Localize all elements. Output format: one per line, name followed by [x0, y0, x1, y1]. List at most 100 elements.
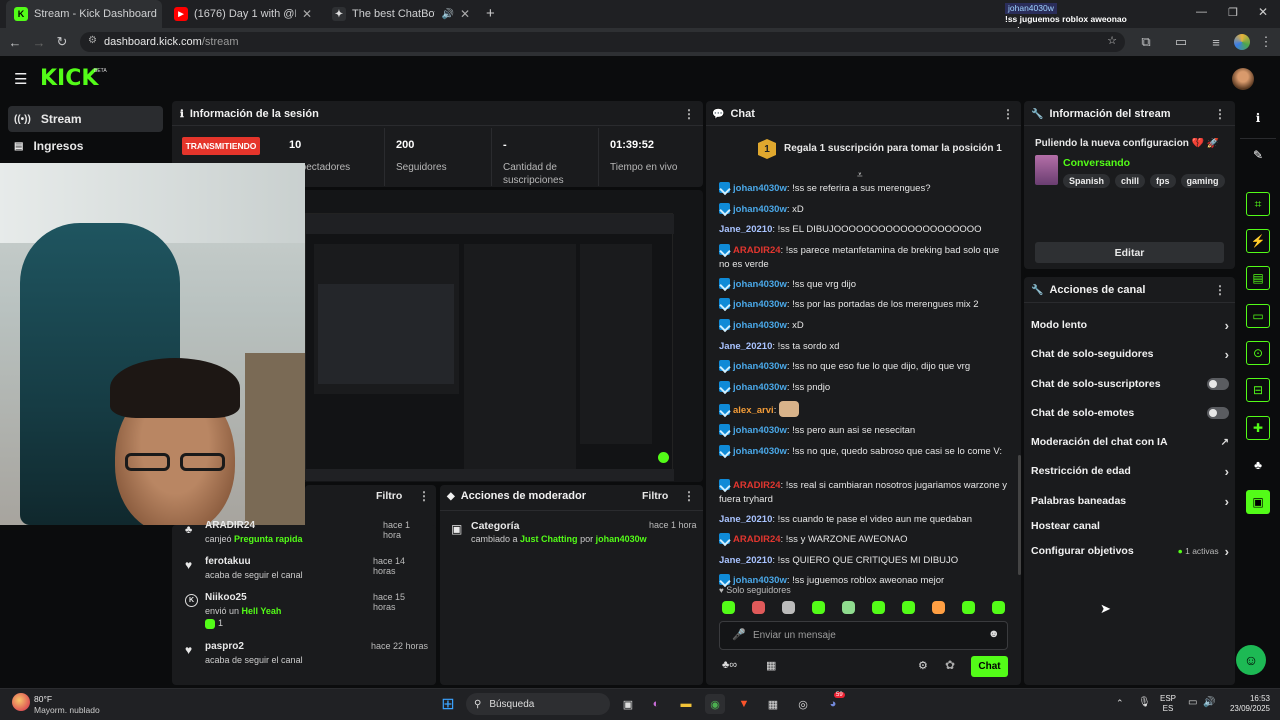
activity-filter-button[interactable]: Filtro [376, 490, 402, 502]
broadcast-icon[interactable]: ⊙ [1246, 341, 1270, 365]
chat-username[interactable]: johan4030w [733, 382, 787, 393]
chat-username[interactable]: johan4030w [733, 446, 787, 457]
task-view-icon[interactable]: ▣ [618, 694, 638, 714]
activity-user[interactable]: paspro2 [205, 641, 244, 652]
activity-user[interactable]: Niikoo25 [205, 592, 247, 603]
language-indicator[interactable]: ESP ES [1160, 694, 1176, 714]
quick-emote-icon[interactable] [962, 601, 975, 614]
points-icon[interactable]: ♣ [1246, 453, 1270, 477]
edit-stream-button[interactable]: Editar [1035, 242, 1224, 263]
copilot-icon[interactable]: ◐ [646, 694, 666, 714]
chat-menu-icon[interactable]: ⋮ [1002, 107, 1014, 121]
weather-widget[interactable]: 80°F Mayorm. nublado [34, 694, 100, 716]
minimize-icon[interactable]: — [1196, 6, 1207, 18]
quick-emote-icon[interactable] [992, 601, 1005, 614]
channel-actions-menu-icon[interactable]: ⋮ [1214, 283, 1226, 297]
lightning-icon[interactable]: ⚡ [1246, 229, 1270, 253]
chat-username[interactable]: Jane_20210 [719, 555, 772, 566]
quick-emote-icon[interactable] [752, 601, 765, 614]
scan-icon[interactable]: ⌗ [1246, 192, 1270, 216]
stream-info-menu-icon[interactable]: ⋮ [1214, 107, 1226, 121]
reload-icon[interactable]: ↻ [51, 31, 73, 53]
chat-username[interactable]: ARADIR24 [733, 245, 781, 256]
chat-username[interactable]: ARADIR24 [733, 480, 781, 491]
chat-username[interactable]: johan4030w [733, 320, 787, 331]
bookmark-star-icon[interactable]: ☆ [1107, 34, 1117, 47]
send-chat-button[interactable]: Chat [971, 656, 1008, 677]
mod-filter-button[interactable]: Filtro [642, 490, 668, 502]
chat-username[interactable]: johan4030w [733, 361, 787, 372]
network-icon[interactable]: ▭ [1188, 697, 1197, 708]
chat-username[interactable]: Jane_20210 [719, 224, 772, 235]
stream-category[interactable]: Conversando [1063, 157, 1130, 169]
chat-username[interactable]: ARADIR24 [733, 534, 781, 545]
cast-icon[interactable]: ▭ [1170, 31, 1192, 53]
collapse-banner-icon[interactable]: ⩡ [857, 170, 863, 181]
action-slow-mode[interactable]: Modo lento › [1031, 315, 1229, 335]
site-info-icon[interactable]: ⚙ [88, 35, 97, 46]
forward-icon[interactable]: → [28, 31, 50, 53]
stream-preview-video[interactable] [305, 213, 674, 481]
volume-icon[interactable]: 🔊 [1203, 697, 1215, 708]
url-bar[interactable]: ⚙ dashboard.kick.com/stream ☆ [80, 32, 1125, 52]
store-icon[interactable]: ▦ [763, 694, 783, 714]
user-avatar[interactable] [1232, 68, 1254, 90]
browser-menu-icon[interactable]: ⋮ [1255, 31, 1277, 53]
quick-emote-icon[interactable] [722, 601, 735, 614]
close-window-icon[interactable]: ✕ [1258, 5, 1268, 19]
chat-username[interactable]: johan4030w [733, 204, 787, 215]
chat-settings-icon[interactable]: ⚙ [918, 659, 928, 672]
action-subscribers-only[interactable]: Chat de solo-suscriptores [1031, 374, 1229, 394]
chat-username[interactable]: johan4030w [733, 279, 787, 290]
new-tab-icon[interactable]: + [486, 5, 495, 22]
activity-user[interactable]: ARADIR24 [205, 520, 255, 531]
sidebar-item-stream[interactable]: ((•)) Stream [8, 106, 163, 132]
chat-username[interactable]: johan4030w [733, 425, 787, 436]
subscribers-only-toggle[interactable] [1207, 378, 1229, 390]
tab-chatbot[interactable]: ✦ The best ChatBot and Widg 🔊 ✕ [324, 0, 478, 28]
close-tab-icon[interactable]: ✕ [302, 7, 312, 21]
action-emotes-only[interactable]: Chat de solo-emotes [1031, 403, 1229, 423]
chat-bubble-icon[interactable]: ▭ [1246, 304, 1270, 328]
chat-username[interactable]: Jane_20210 [719, 341, 772, 352]
mod-menu-icon[interactable]: ⋮ [683, 489, 695, 503]
media-control-icon[interactable]: ≡ [1205, 31, 1227, 53]
emoji-picker-icon[interactable]: ☻ [988, 628, 1000, 640]
windows-start-icon[interactable]: ⊞ [438, 694, 458, 714]
close-tab-icon[interactable]: ✕ [460, 7, 470, 21]
action-host-channel[interactable]: Hostear canal [1031, 516, 1229, 536]
chat-username[interactable]: johan4030w [733, 299, 787, 310]
maximize-icon[interactable]: ❐ [1228, 6, 1238, 19]
chat-username[interactable]: alex_arvi [733, 405, 774, 416]
action-age-restriction[interactable]: Restricción de edad › [1031, 461, 1229, 481]
tab-kick-dashboard[interactable]: K Stream - Kick Dashboard ✕ [6, 0, 162, 28]
chrome-icon[interactable]: ◉ [705, 694, 725, 714]
microphone-tray-icon[interactable]: 🎙 [1138, 697, 1151, 708]
layout-icon[interactable]: ⊟ [1246, 378, 1270, 402]
hamburger-menu-icon[interactable]: ☰ [14, 70, 27, 88]
file-explorer-icon[interactable]: ▬ [676, 694, 696, 714]
gift-sub-banner[interactable]: Regala 1 suscripción para tomar la posic… [784, 143, 1002, 154]
tray-expand-icon[interactable]: ⌃ [1116, 698, 1124, 709]
action-followers-only[interactable]: Chat de solo-seguidores › [1031, 344, 1229, 364]
brave-icon[interactable]: ▼ [734, 694, 754, 714]
action-configure-goals[interactable]: Configurar objetivos ● 1 activas › [1031, 541, 1229, 561]
info-icon[interactable]: ℹ [1246, 106, 1270, 130]
taskbar-search[interactable]: ⚲ Búsqueda [466, 693, 610, 715]
action-ai-moderation[interactable]: Moderación del chat con IA ↗ [1031, 432, 1229, 452]
action-banned-words[interactable]: Palabras baneadas › [1031, 491, 1229, 511]
wrench-icon[interactable]: ✚ [1246, 416, 1270, 440]
back-icon[interactable]: ← [4, 31, 26, 53]
mod-item-user[interactable]: johan4030w [596, 534, 647, 544]
quick-emote-icon[interactable] [812, 601, 825, 614]
sidebar-item-ingresos[interactable]: ▤ Ingresos [8, 133, 163, 159]
quick-emote-icon[interactable] [902, 601, 915, 614]
microphone-icon[interactable]: 🎤 [732, 628, 746, 641]
pencil-icon[interactable]: ✎ [1246, 143, 1270, 167]
chat-input[interactable]: 🎤 Enviar un mensaje ☻ [719, 621, 1008, 650]
extensions-icon[interactable]: ⧉ [1135, 31, 1157, 53]
obs-icon[interactable]: ◎ [793, 694, 813, 714]
chat-scrollbar[interactable] [1018, 455, 1021, 575]
quick-emote-icon[interactable] [782, 601, 795, 614]
quick-emote-icon[interactable] [872, 601, 885, 614]
